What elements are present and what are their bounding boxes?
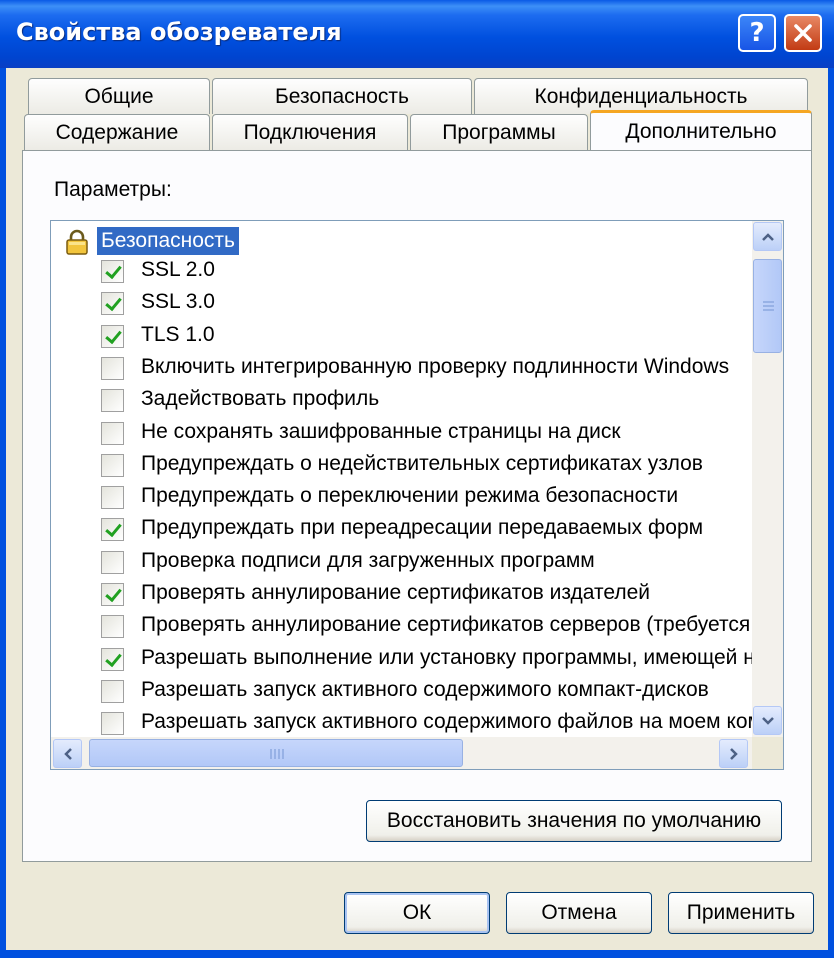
grip-icon: [270, 749, 284, 759]
setting-item[interactable]: Не сохранять зашифрованные страницы на д…: [51, 419, 753, 449]
settings-tree-viewport: Безопасность SSL 2.0 SSL 3.0 TLS 1.0 Включи…: [51, 221, 753, 737]
setting-item[interactable]: Разрешать запуск активного содержимого ф…: [51, 709, 753, 737]
scroll-down-button[interactable]: [753, 706, 782, 735]
setting-item[interactable]: Проверка подписи для загруженных програм…: [51, 548, 753, 578]
title-bar[interactable]: Свойства обозревателя ?: [0, 0, 834, 68]
chevron-up-icon: [761, 232, 774, 241]
setting-label: Включить интегрированную проверку подлин…: [141, 354, 730, 378]
vertical-scroll-thumb[interactable]: [753, 259, 782, 353]
chevron-down-icon: [761, 716, 774, 725]
setting-checkbox[interactable]: [101, 260, 124, 283]
cancel-button[interactable]: Отмена: [506, 892, 652, 934]
setting-label: Разрешать запуск активного содержимого ф…: [141, 710, 753, 734]
setting-label: Разрешать выполнение или установку прогр…: [141, 645, 753, 669]
help-button[interactable]: ?: [738, 14, 776, 52]
setting-item[interactable]: Разрешать запуск активного содержимого к…: [51, 677, 753, 707]
setting-item[interactable]: Задействовать профиль: [51, 386, 753, 416]
grip-icon: [763, 301, 774, 311]
setting-label: Проверка подписи для загруженных програм…: [141, 548, 595, 572]
setting-item[interactable]: Предупреждать при переадресации передава…: [51, 515, 753, 545]
setting-item[interactable]: SSL 3.0: [51, 289, 753, 319]
scroll-up-button[interactable]: [753, 222, 782, 251]
horizontal-scroll-thumb[interactable]: [89, 739, 463, 767]
setting-checkbox[interactable]: [101, 712, 124, 736]
setting-checkbox[interactable]: [101, 615, 124, 639]
window-frame-left: [0, 68, 6, 958]
setting-label: SSL 3.0: [141, 290, 215, 314]
scroll-left-button[interactable]: [53, 739, 82, 768]
setting-item[interactable]: Предупреждать о недействительных сертифи…: [51, 451, 753, 481]
setting-checkbox[interactable]: [101, 356, 124, 380]
setting-item[interactable]: Предупреждать о переключении режима безо…: [51, 483, 753, 513]
setting-checkbox[interactable]: [101, 550, 124, 574]
setting-label: Предупреждать при переадресации передава…: [141, 516, 704, 540]
setting-label: Проверять аннулирование сертификатов сер…: [141, 613, 753, 637]
restore-defaults-button[interactable]: Восстановить значения по умолчанию: [366, 800, 782, 842]
setting-label: Проверять аннулирование сертификатов изд…: [141, 581, 651, 604]
horizontal-scrollbar[interactable]: [51, 737, 753, 769]
settings-tree[interactable]: Безопасность SSL 2.0 SSL 3.0 TLS 1.0 Включи…: [50, 220, 784, 770]
setting-item[interactable]: Проверять аннулирование сертификатов сер…: [51, 612, 753, 642]
setting-checkbox[interactable]: [101, 647, 124, 671]
setting-label: SSL 2.0: [141, 258, 215, 281]
tab-connections[interactable]: Подключения: [212, 114, 408, 150]
apply-button[interactable]: Применить: [668, 892, 814, 934]
scroll-right-button[interactable]: [719, 739, 748, 768]
window-frame-right: [828, 68, 834, 958]
setting-label: Не сохранять зашифрованные страницы на д…: [141, 419, 621, 443]
setting-item[interactable]: Разрешать выполнение или установку прогр…: [51, 645, 753, 675]
setting-checkbox[interactable]: [101, 583, 124, 606]
category-security[interactable]: Безопасность: [51, 225, 753, 255]
chevron-right-icon: [729, 747, 738, 760]
setting-label: Предупреждать о недействительных сертифи…: [141, 451, 703, 475]
setting-item[interactable]: Проверять аннулирование сертификатов изд…: [51, 580, 753, 610]
vertical-scrollbar[interactable]: [752, 221, 783, 737]
setting-checkbox[interactable]: [101, 389, 124, 413]
close-button[interactable]: [784, 14, 822, 52]
setting-checkbox[interactable]: [101, 324, 124, 348]
setting-checkbox[interactable]: [101, 453, 124, 477]
setting-checkbox[interactable]: [101, 421, 124, 445]
tab-content[interactable]: Содержание: [24, 114, 210, 150]
setting-label: Разрешать запуск активного содержимого к…: [141, 677, 709, 701]
tab-privacy[interactable]: Конфиденциальность: [474, 78, 808, 114]
settings-label: Параметры:: [54, 178, 172, 201]
tab-advanced[interactable]: Дополнительно: [590, 110, 812, 150]
window-frame-bottom: [0, 950, 834, 958]
lock-icon: [66, 229, 88, 255]
setting-checkbox[interactable]: [101, 486, 124, 510]
internet-options-dialog: Свойства обозревателя ? Общие Безопаснос…: [0, 0, 834, 958]
setting-item[interactable]: TLS 1.0: [51, 322, 753, 352]
tab-general[interactable]: Общие: [28, 78, 210, 114]
setting-item[interactable]: SSL 2.0: [51, 257, 753, 287]
tab-programs[interactable]: Программы: [410, 114, 588, 150]
setting-label: Задействовать профиль: [141, 387, 380, 411]
scrollbar-corner: [752, 737, 783, 769]
setting-label: TLS 1.0: [141, 322, 215, 346]
window-title: Свойства обозревателя: [16, 18, 342, 46]
setting-checkbox[interactable]: [101, 518, 124, 542]
close-icon: [794, 24, 812, 42]
setting-checkbox[interactable]: [101, 679, 124, 703]
ok-button[interactable]: ОК: [344, 892, 490, 934]
setting-checkbox[interactable]: [101, 292, 124, 316]
category-label: Безопасность: [97, 227, 239, 255]
setting-label: Предупреждать о переключении режима безо…: [141, 484, 679, 508]
setting-item[interactable]: Включить интегрированную проверку подлин…: [51, 354, 753, 384]
chevron-left-icon: [63, 747, 72, 760]
tab-security[interactable]: Безопасность: [212, 78, 472, 114]
